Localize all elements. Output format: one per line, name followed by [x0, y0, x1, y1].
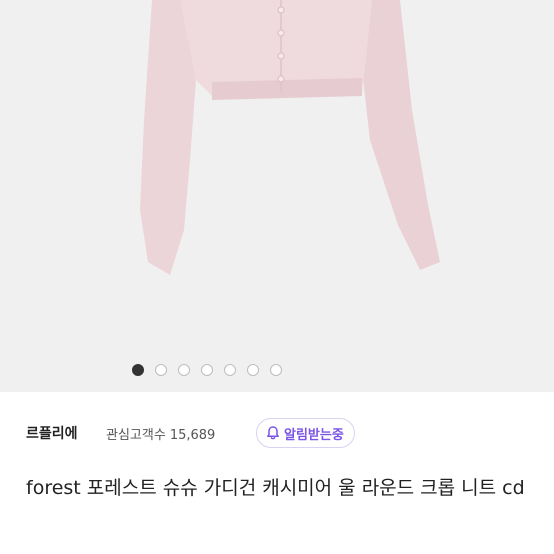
shop-info-row: 르플리에 관심고객수 15,689 알림받는중 [26, 418, 534, 448]
carousel-dot[interactable] [201, 364, 213, 376]
cardigan-left-sleeve [140, 0, 196, 275]
shop-name[interactable]: 르플리에 [26, 423, 78, 443]
notification-button-label: 알림받는중 [284, 427, 344, 443]
follower-label: 관심고객수 [106, 428, 166, 443]
product-image [140, 0, 440, 275]
cardigan-right-sleeve [362, 0, 440, 270]
cardigan-button [277, 52, 285, 60]
follower-count: 관심고객수 15,689 [106, 424, 215, 443]
carousel-dot[interactable] [132, 364, 144, 376]
carousel-dot[interactable] [270, 364, 282, 376]
cardigan-button [277, 75, 285, 83]
carousel-dot[interactable] [155, 364, 167, 376]
cardigan-button [277, 29, 285, 37]
carousel-indicator[interactable] [0, 364, 554, 378]
product-image-gallery[interactable] [0, 0, 554, 392]
cardigan-button [277, 6, 285, 14]
notification-subscribe-button[interactable]: 알림받는중 [256, 418, 355, 448]
carousel-dot[interactable] [224, 364, 236, 376]
follower-number: 15,689 [169, 428, 216, 443]
bell-icon [267, 426, 279, 440]
carousel-dot[interactable] [178, 364, 190, 376]
carousel-dot[interactable] [247, 364, 259, 376]
product-title: forest 포레스트 슈슈 가디건 캐시미어 울 라운드 크롭 니트 cd [26, 477, 525, 499]
